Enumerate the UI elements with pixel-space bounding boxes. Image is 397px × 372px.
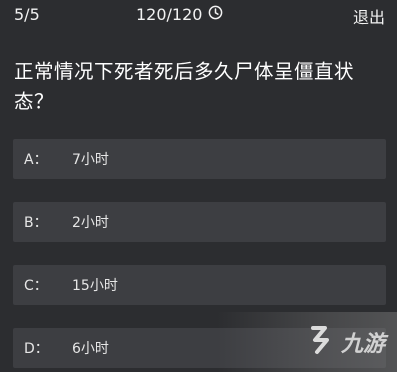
watermark-text: 九游 — [340, 332, 385, 357]
option-letter: C： — [24, 278, 48, 294]
option-a[interactable]: A： 7小时 — [13, 139, 386, 179]
timer: 120/120 — [136, 5, 223, 24]
option-text: 2小时 — [72, 215, 109, 231]
timer-value: 120/120 — [136, 5, 203, 24]
watermark: 九游 — [217, 312, 397, 372]
jiuyou-logo-icon — [305, 324, 337, 360]
option-letter: D： — [24, 341, 49, 357]
exit-button[interactable]: 退出 — [353, 4, 385, 28]
clock-icon — [208, 5, 223, 24]
top-bar: 5/5 120/120 退出 — [0, 0, 397, 30]
option-letter: A： — [24, 152, 48, 168]
option-text: 7小时 — [72, 152, 109, 168]
option-text: 15小时 — [72, 278, 118, 294]
question-text: 正常情况下死者死后多久尸体呈僵直状态？ — [14, 60, 355, 113]
option-letter: B： — [24, 215, 48, 231]
option-text: 6小时 — [72, 341, 109, 357]
question-progress: 5/5 — [14, 5, 40, 24]
option-c[interactable]: C： 15小时 — [13, 265, 386, 305]
option-b[interactable]: B： 2小时 — [13, 202, 386, 242]
